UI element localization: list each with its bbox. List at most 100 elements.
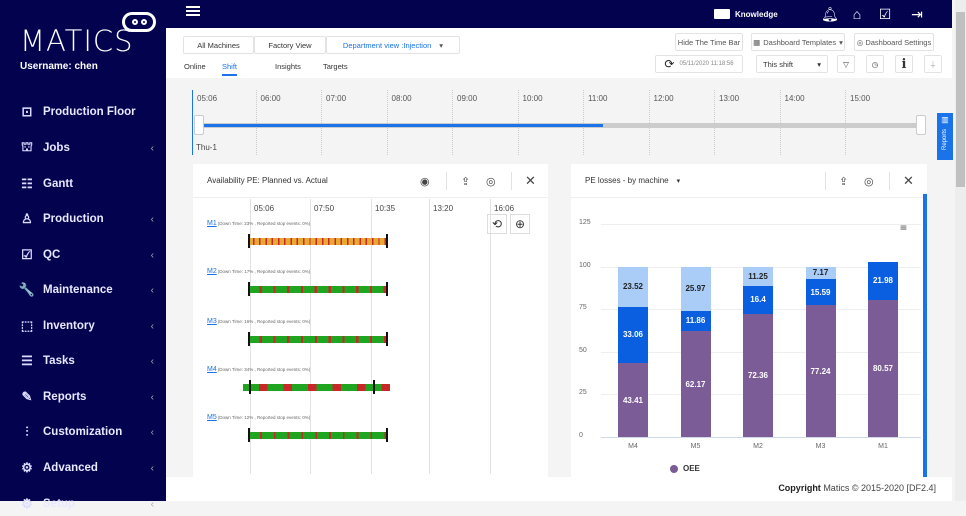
chart-legend-oee[interactable]: OEE <box>670 464 700 473</box>
refresh-button[interactable]: ⟳ 05/11/2020 11:18:56 <box>655 55 743 73</box>
close-icon[interactable]: ✕ <box>525 173 536 189</box>
bar-loss-a-m2[interactable]: 16.4 <box>743 285 773 314</box>
sidebar-item-setup[interactable]: ⚙ Setup ‹ <box>18 492 158 516</box>
time-slider-end-handle[interactable] <box>916 115 926 135</box>
machine-link-m5[interactable]: M5(Down Time: 12% , Reported stop events… <box>207 414 310 421</box>
machine-name[interactable]: M2 <box>207 268 217 275</box>
machine-availability-bar[interactable] <box>248 238 386 245</box>
settings-icon[interactable]: ◎ <box>486 175 496 188</box>
bar-loss-b-m4[interactable]: 23.52 <box>618 266 648 307</box>
sidebar-item-label: QC <box>43 249 61 261</box>
dashboard-settings-button[interactable]: ◎ Dashboard Settings <box>854 33 934 51</box>
dashboard-templates-label: Dashboard Templates <box>763 37 837 47</box>
chart-menu-icon[interactable]: ≡ <box>900 220 907 234</box>
share-icon[interactable]: ⇪ <box>839 175 848 188</box>
machine-availability-bar[interactable] <box>248 432 386 439</box>
department-view-dropdown[interactable]: Department view :Injection ▾ <box>326 36 460 54</box>
sidebar-item-maintenance[interactable]: 🔧 Maintenance ‹ <box>18 278 158 302</box>
hamburger-menu-icon[interactable] <box>186 6 200 16</box>
machine-name[interactable]: M1 <box>207 220 217 227</box>
bar-loss-b-m5[interactable]: 25.97 <box>680 266 711 311</box>
settings-icon[interactable]: ◎ <box>864 175 874 188</box>
logout-icon[interactable]: ⇥ <box>909 6 925 22</box>
machine-name[interactable]: M4 <box>207 366 217 373</box>
sidebar-item-tasks[interactable]: ☰ Tasks ‹ <box>18 349 158 373</box>
gantt-time-label: 16:06 <box>494 204 515 213</box>
bar-value-label: 15.59 <box>810 287 831 297</box>
bar-end-marker <box>373 380 375 394</box>
zoom-in-button[interactable]: ⊕ <box>510 214 530 234</box>
all-machines-button[interactable]: All Machines <box>183 36 254 54</box>
tasks-icon: ☰ <box>21 353 33 368</box>
chevron-left-icon: ‹ <box>150 498 154 510</box>
machine-link-m2[interactable]: M2(Down Time: 17% , Reported stop events… <box>207 268 310 275</box>
tab-online[interactable]: Online <box>184 62 206 71</box>
machine-link-m1[interactable]: M1(Down Time: 23% , Reported stop events… <box>207 220 310 227</box>
factory-view-button[interactable]: Factory View <box>254 36 326 54</box>
machine-availability-bar[interactable] <box>248 286 386 293</box>
bar-end-marker <box>249 380 251 394</box>
sidebar-item-gantt[interactable]: ☷ Gantt <box>18 172 158 196</box>
sidebar-item-advanced[interactable]: ⚙ Advanced ‹ <box>18 456 158 480</box>
bar-value-label: 7.17 <box>812 268 829 278</box>
machine-name[interactable]: M5 <box>207 414 217 421</box>
machine-link-m3[interactable]: M3(Down Time: 16% , Reported stop events… <box>207 318 310 325</box>
bar-loss-a-m4[interactable]: 33.06 <box>618 306 648 364</box>
pin-button[interactable]: ⍊ <box>924 55 942 73</box>
reports-side-tab[interactable]: Reports ▥ <box>937 113 953 160</box>
dashboard-templates-dropdown[interactable]: ▦ Dashboard Templates ▾ <box>751 33 845 51</box>
bar-loss-a-m5[interactable]: 11.86 <box>680 310 711 332</box>
tab-insights[interactable]: Insights <box>275 62 301 71</box>
advanced-icon: ⚙ <box>21 460 33 475</box>
page-scroll-thumb[interactable] <box>956 12 965 187</box>
home-icon[interactable]: ⌂ <box>849 6 865 22</box>
bar-end-marker <box>386 234 388 248</box>
bar-end-marker <box>386 282 388 296</box>
tab-targets[interactable]: Targets <box>323 62 348 71</box>
bar-oee-m5[interactable]: 62.17 <box>680 331 711 437</box>
caret-down-icon[interactable]: ▾ <box>677 177 681 185</box>
tab-shift[interactable]: Shift <box>222 62 238 76</box>
share-icon[interactable]: ⇪ <box>461 175 470 188</box>
machine-downtime-desc: (Down Time: 34% , Reported stop events: … <box>217 367 311 372</box>
close-icon[interactable]: ✕ <box>903 173 914 189</box>
info-button[interactable]: i <box>895 55 913 73</box>
machine-availability-bar[interactable] <box>248 336 386 343</box>
sidebar-item-production-floor[interactable]: ⊡ Production Floor <box>18 100 158 124</box>
clock-button[interactable]: ◷ <box>866 55 884 73</box>
bar-oee-m4[interactable]: 43.41 <box>618 363 648 437</box>
chart-gridline <box>601 224 921 225</box>
pe-losses-panel-title[interactable]: PE losses - by machine <box>585 176 669 185</box>
sidebar-item-qc[interactable]: ☑ QC ‹ <box>18 243 158 267</box>
y-axis-tick-label: 25 <box>579 389 587 397</box>
hide-time-bar-button[interactable]: Hide The Time Bar <box>675 33 743 51</box>
bar-loss-a-m1[interactable]: 21.98 <box>868 262 898 300</box>
bar-oee-m2[interactable]: 72.36 <box>743 313 773 437</box>
sidebar-item-reports[interactable]: ✎ Reports ‹ <box>18 385 158 409</box>
sidebar-item-inventory[interactable]: ⬚ Inventory ‹ <box>18 314 158 338</box>
time-slider-start-handle[interactable] <box>194 115 204 135</box>
filter-button[interactable]: ▽ <box>837 55 855 73</box>
eye-icon[interactable]: ◉ <box>420 175 430 188</box>
bar-oee-m1[interactable]: 80.57 <box>868 299 898 437</box>
bar-loss-a-m3[interactable]: 15.59 <box>805 278 836 306</box>
sidebar-item-production[interactable]: ♙ Production ‹ <box>18 207 158 231</box>
bar-oee-m3[interactable]: 77.24 <box>805 305 836 437</box>
panel-scrollbar[interactable] <box>923 194 927 477</box>
shift-select[interactable]: This shift ▾ <box>756 55 828 73</box>
sidebar-item-jobs[interactable]: ⛫ Jobs ‹ <box>18 136 158 160</box>
y-axis-tick-label: 0 <box>579 432 583 439</box>
machine-link-m4[interactable]: M4(Down Time: 34% , Reported stop events… <box>207 366 310 373</box>
bell-icon[interactable]: 🔔︎ <box>821 6 839 22</box>
sidebar-item-customization[interactable]: ⫶ Customization ‹ <box>18 420 158 444</box>
bar-loss-b-m2[interactable]: 11.25 <box>743 266 773 286</box>
machine-name[interactable]: M3 <box>207 318 217 325</box>
gantt-time-label: 05:06 <box>254 204 275 213</box>
machine-downtime-desc: (Down Time: 17% , Reported stop events: … <box>217 269 311 274</box>
machine-availability-bar[interactable] <box>243 384 390 391</box>
gantt-gridline <box>429 199 430 474</box>
bar-loss-b-m3[interactable]: 7.17 <box>805 266 836 279</box>
bar-value-label: 33.06 <box>622 330 644 340</box>
clipboard-check-icon[interactable]: ☑ <box>877 6 893 22</box>
knowledge-link[interactable]: Knowledge <box>714 9 778 19</box>
